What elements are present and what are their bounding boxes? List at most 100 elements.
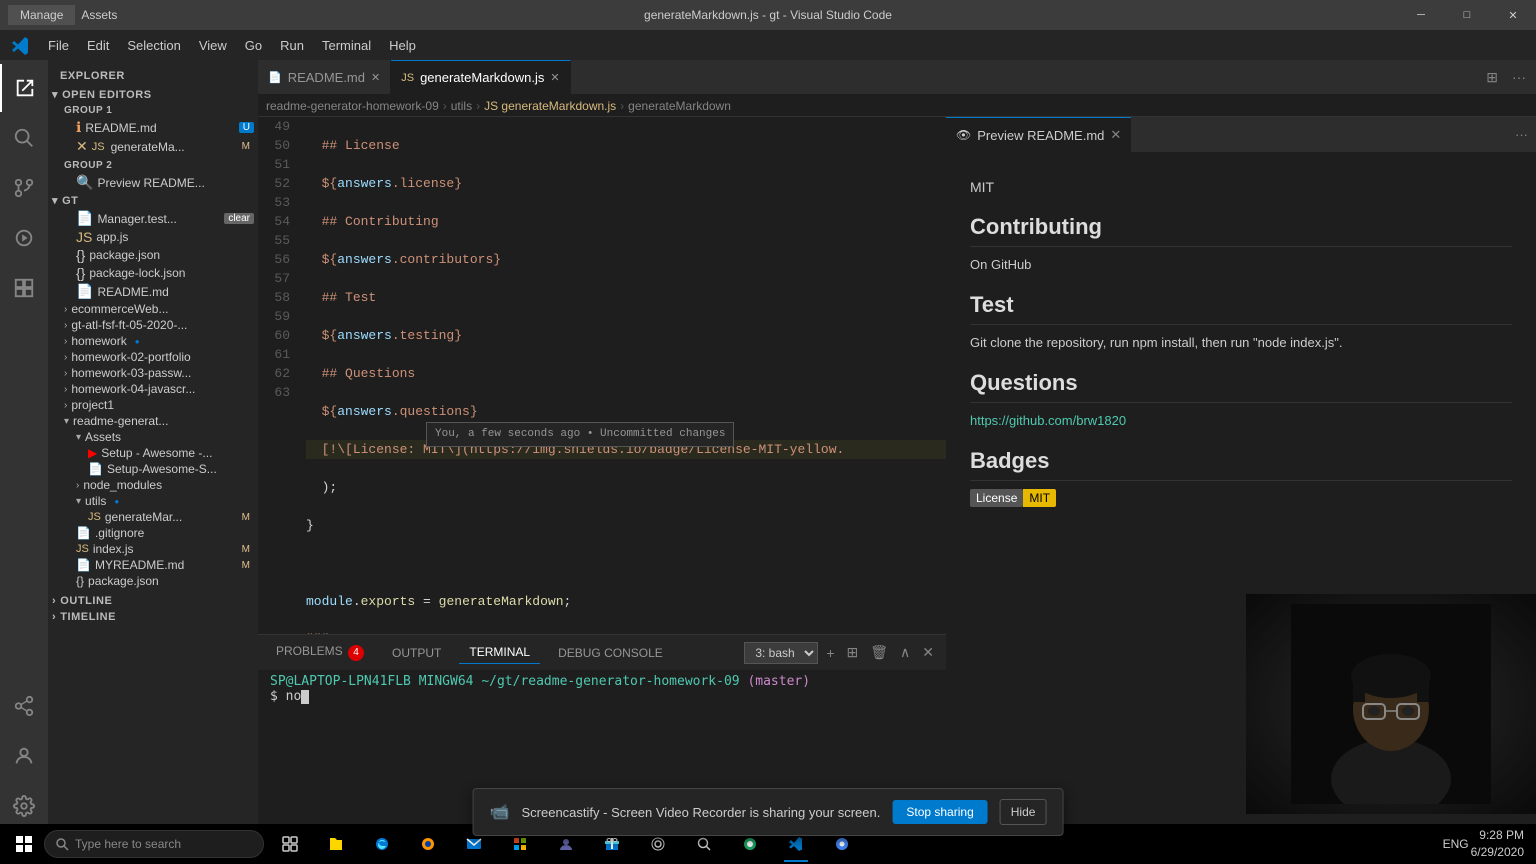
timeline-header[interactable]: › TIMELINE [48, 609, 258, 625]
sidebar-item-appjs[interactable]: JS app.js [48, 228, 258, 246]
notification-bar: 📹 Screencastify - Screen Video Recorder … [473, 788, 1064, 836]
sidebar-folder-utils[interactable]: ▾ utils ● [48, 493, 258, 509]
terminal-bash-select[interactable]: 3: bash [744, 642, 818, 664]
preview-tabs: 👁 Preview README.md ✕ ··· [946, 117, 1536, 152]
sidebar-item-readme[interactable]: ℹ README.md U [48, 118, 258, 137]
webcam-person-silhouette [1291, 604, 1491, 804]
breadcrumb-file[interactable]: JS generateMarkdown.js [484, 99, 616, 113]
sidebar: EXPLORER ▾ OPEN EDITORS GROUP 1 ℹ README… [48, 60, 258, 834]
terminal-tab-debug[interactable]: DEBUG CONSOLE [548, 642, 673, 664]
menu-run[interactable]: Run [272, 34, 312, 57]
split-editor-btn[interactable]: ⊞ [1480, 65, 1504, 90]
hide-notification-button[interactable]: Hide [1000, 799, 1047, 825]
activity-git[interactable] [0, 164, 48, 212]
more-actions-btn[interactable]: ··· [1506, 65, 1532, 89]
sidebar-folder-readme-gen[interactable]: ▾ readme-generat... [48, 413, 258, 429]
open-editors-header[interactable]: ▾ OPEN EDITORS [48, 86, 258, 103]
sidebar-folder-assets[interactable]: ▾ Assets [48, 429, 258, 445]
menu-selection[interactable]: Selection [119, 34, 188, 57]
sidebar-folder-homework04[interactable]: › homework-04-javascr... [48, 381, 258, 397]
minimize-btn[interactable]: ─ [1398, 0, 1444, 30]
sidebar-item-indexjs[interactable]: JS index.js M [48, 541, 258, 557]
sidebar-item-setup-awesome-s[interactable]: 📄 Setup-Awesome-S... [48, 461, 258, 477]
taskbar-right: ENG 9:28 PM 6/29/2020 [1443, 827, 1532, 861]
sidebar-item-generatemar[interactable]: JS generateMar... M [48, 509, 258, 525]
start-button[interactable] [4, 824, 44, 864]
sidebar-folder-homework[interactable]: › homework ● [48, 333, 258, 349]
breadcrumb-fn[interactable]: generateMarkdown [628, 99, 731, 113]
tab-readme[interactable]: 📄 README.md ✕ [258, 60, 391, 94]
terminal-add-btn[interactable]: + [822, 643, 838, 663]
preview-tab-label: Preview README.md [977, 128, 1104, 143]
preview-toolbar-more[interactable]: ··· [1515, 127, 1536, 142]
menu-view[interactable]: View [191, 34, 235, 57]
sidebar-folder-gt-atl[interactable]: › gt-atl-fsf-ft-05-2020-... [48, 317, 258, 333]
activity-live-share[interactable] [0, 682, 48, 730]
vscode-logo [8, 33, 32, 57]
preview-github-link[interactable]: https://github.com/brw1820 [970, 413, 1126, 428]
menu-go[interactable]: Go [237, 34, 270, 57]
taskbar-firefox[interactable] [406, 824, 450, 864]
sidebar-item-generatemarkdown[interactable]: ✕ JS generateMa... M [48, 137, 258, 156]
taskbar-search[interactable]: Type here to search [44, 830, 264, 858]
sidebar-item-packagelockjson[interactable]: {} package-lock.json [48, 264, 258, 282]
activity-bar [0, 60, 48, 834]
preview-badge-row: License MIT [970, 489, 1512, 507]
outline-header[interactable]: › OUTLINE [48, 593, 258, 609]
sidebar-folder-ecommerce[interactable]: › ecommerceWeb... [48, 301, 258, 317]
gt-folder-header[interactable]: ▾ GT [48, 192, 258, 209]
sidebar-folder-node-modules[interactable]: › node_modules [48, 477, 258, 493]
sidebar-item-packagejson[interactable]: {} package.json [48, 246, 258, 264]
search-placeholder-text: Type here to search [75, 837, 181, 851]
activity-settings[interactable] [0, 782, 48, 830]
tab-generatemarkdown[interactable]: JS generateMarkdown.js ✕ [391, 60, 570, 94]
terminal-close-btn[interactable]: ✕ [918, 642, 938, 663]
activity-explorer[interactable] [0, 64, 48, 112]
breadcrumb-utils[interactable]: utils [451, 99, 472, 113]
editor-tabs: 📄 README.md ✕ JS generateMarkdown.js ✕ ⊞… [258, 60, 1536, 95]
preview-close-btn[interactable]: ✕ [1110, 127, 1121, 143]
terminal-tab-terminal[interactable]: TERMINAL [459, 641, 540, 664]
activity-search[interactable] [0, 114, 48, 162]
group2-header[interactable]: GROUP 2 [48, 156, 258, 173]
activity-debug[interactable] [0, 214, 48, 262]
sidebar-item-readme2[interactable]: 📄 README.md [48, 282, 258, 301]
menu-terminal[interactable]: Terminal [314, 34, 379, 57]
sidebar-folder-homework03[interactable]: › homework-03-passw... [48, 365, 258, 381]
sidebar-item-package-json2[interactable]: {} package.json [48, 573, 258, 589]
activity-accounts[interactable] [0, 732, 48, 780]
terminal-split-btn[interactable]: ⊞ [843, 642, 863, 663]
sidebar-folder-homework02[interactable]: › homework-02-portfolio [48, 349, 258, 365]
webcam-overlay [1246, 594, 1536, 814]
terminal-collapse-btn[interactable]: ∧ [896, 642, 914, 663]
code-text[interactable]: ## License ${answers.license} ## Contrib… [298, 117, 946, 634]
taskbar-edge[interactable] [360, 824, 404, 864]
notification-icon: 📹 [490, 802, 510, 822]
menu-file[interactable]: File [40, 34, 77, 57]
preview-tab[interactable]: 👁 Preview README.md ✕ [946, 117, 1131, 152]
activity-extensions[interactable] [0, 264, 48, 312]
close-btn[interactable]: ✕ [1490, 0, 1536, 30]
taskbar-task-view[interactable] [268, 824, 312, 864]
sidebar-item-myreadme[interactable]: 📄 MYREADME.md M [48, 557, 258, 573]
badge-license-label: License [970, 489, 1023, 507]
sidebar-item-manager-test[interactable]: 📄 Manager.test... clear [48, 209, 258, 228]
terminal-tabs: PROBLEMS 4 OUTPUT TERMINAL DEBUG CONSOLE… [258, 635, 946, 670]
manage-btn[interactable]: Manage [8, 5, 75, 25]
menu-edit[interactable]: Edit [79, 34, 117, 57]
terminal-tab-problems[interactable]: PROBLEMS 4 [266, 640, 374, 665]
sidebar-header: EXPLORER [48, 60, 258, 86]
sidebar-item-preview-readme[interactable]: 🔍 Preview README... [48, 173, 258, 192]
terminal-tab-output[interactable]: OUTPUT [382, 642, 451, 664]
group1-header[interactable]: GROUP 1 [48, 103, 258, 118]
breadcrumb-root[interactable]: readme-generator-homework-09 [266, 99, 439, 113]
menu-help[interactable]: Help [381, 34, 424, 57]
sidebar-item-setup-awesome[interactable]: ▶ Setup - Awesome -... [48, 445, 258, 461]
code-content[interactable]: 4950515253 5455565758 5960616263 ## Lice… [258, 117, 946, 634]
maximize-btn[interactable]: □ [1444, 0, 1490, 30]
taskbar-files[interactable] [314, 824, 358, 864]
sidebar-folder-project1[interactable]: › project1 [48, 397, 258, 413]
stop-sharing-button[interactable]: Stop sharing [892, 800, 987, 824]
sidebar-item-gitignore[interactable]: 📄 .gitignore [48, 525, 258, 541]
terminal-trash-btn[interactable]: 🗑 [866, 642, 892, 663]
